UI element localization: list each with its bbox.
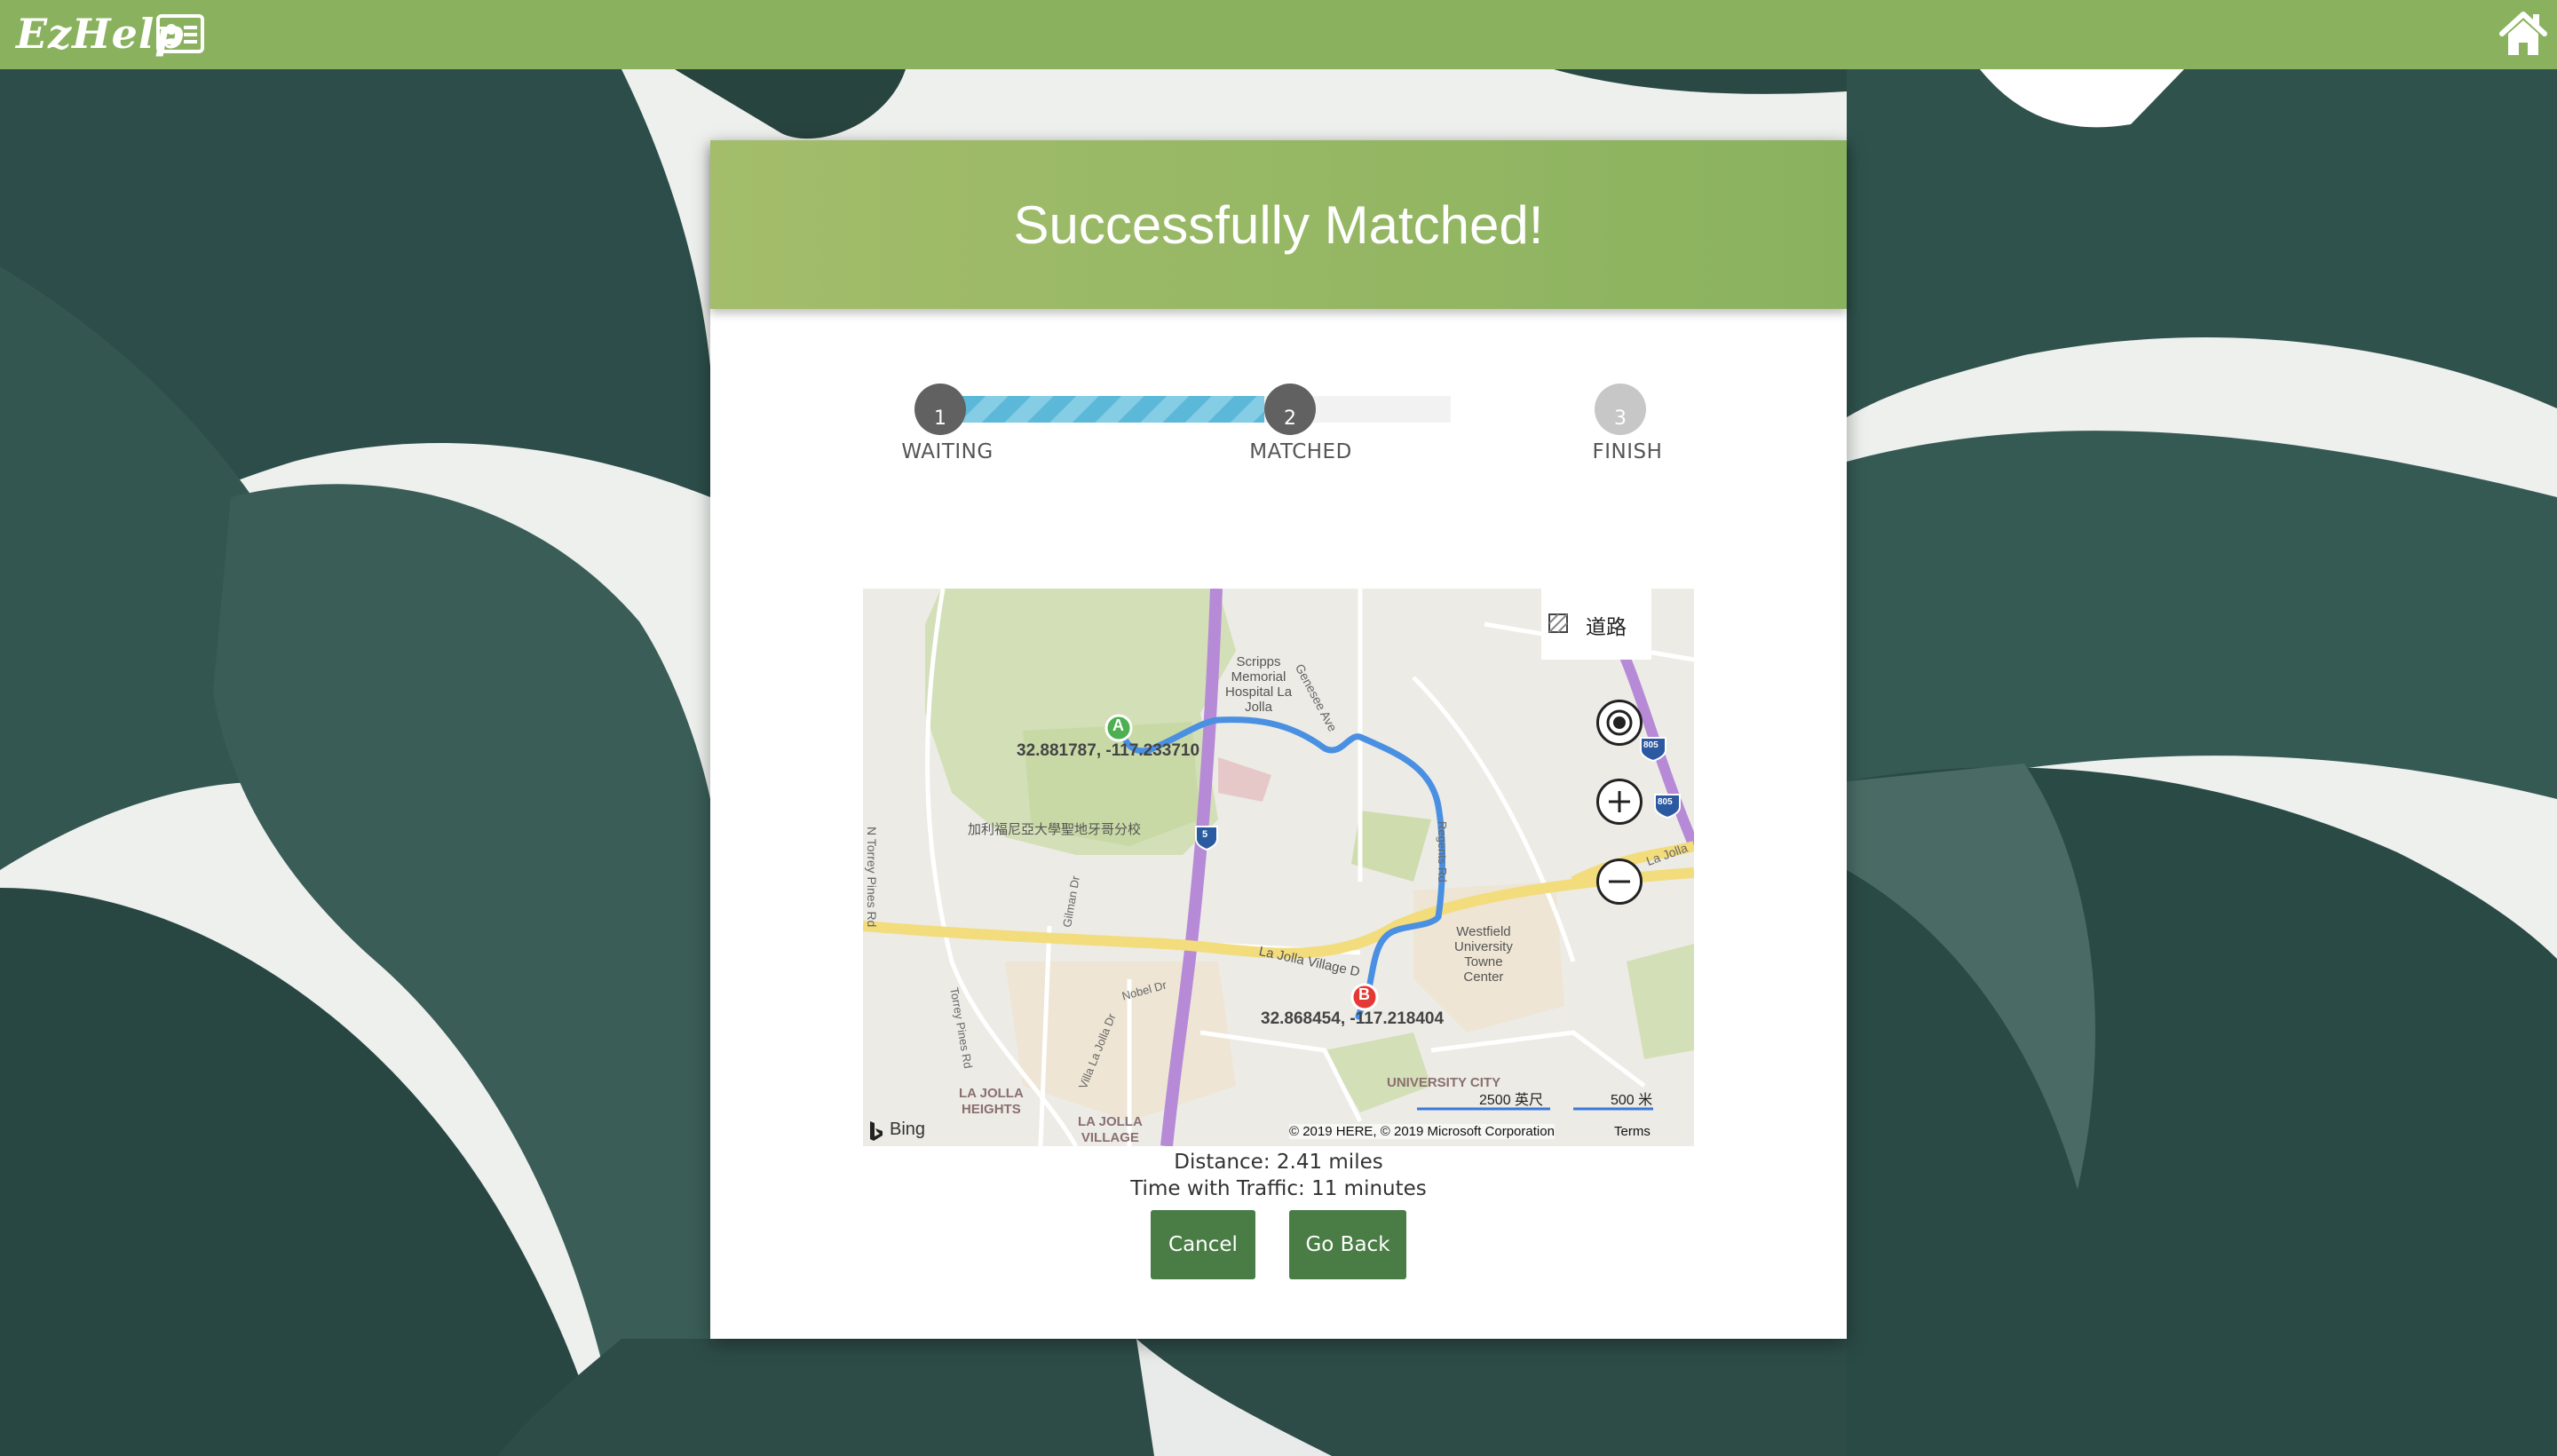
map-style-selector[interactable]: 道路: [1541, 589, 1651, 660]
scale-feet: 2500 英尺: [1479, 1093, 1544, 1108]
destination-marker-letter: B: [1358, 985, 1370, 1003]
route-map[interactable]: A B 32.881787, -117.233710 32.868454, -1…: [863, 589, 1694, 1146]
scale-meters: 500 米: [1611, 1093, 1653, 1108]
cancel-button[interactable]: Cancel: [1151, 1210, 1255, 1279]
westfield-label: Westfield University Towne Center: [1454, 924, 1513, 985]
panel-header: Successfully Matched!: [710, 140, 1847, 309]
step-1-circle: 1: [914, 384, 966, 435]
zoom-in-icon: [1599, 791, 1640, 826]
match-panel: Successfully Matched! 1 2 3 WAITING MATC…: [710, 140, 1847, 1339]
home-icon[interactable]: [2498, 9, 2548, 62]
zoom-out-icon: [1599, 880, 1640, 906]
progress-fill: [918, 396, 1264, 423]
campus-label: 加利福尼亞大學聖地牙哥分校: [968, 822, 1142, 837]
step-1-number: 1: [934, 408, 946, 430]
step-3-number: 3: [1614, 408, 1627, 430]
la-jolla-heights-label: LA JOLLA HEIGHTS: [959, 1086, 1024, 1117]
bing-logo-icon: [868, 1121, 884, 1146]
page-title: Successfully Matched!: [1013, 195, 1544, 255]
i805-shield-label-a: 805: [1643, 740, 1658, 750]
map-style-label: 道路: [1586, 616, 1627, 639]
step-3-circle: 3: [1595, 384, 1646, 435]
zoom-out-button[interactable]: [1596, 859, 1643, 905]
regents-road-label: Regents Rd: [1436, 821, 1449, 882]
map-terms-link[interactable]: Terms: [1614, 1124, 1651, 1139]
la-jolla-village-label: LA JOLLA VILLAGE: [1078, 1114, 1143, 1145]
trip-distance: Distance: 2.41 miles: [1174, 1151, 1383, 1174]
go-back-button[interactable]: Go Back: [1289, 1210, 1406, 1279]
step-2-label: MATCHED: [1249, 440, 1352, 463]
id-card-icon[interactable]: [156, 14, 204, 57]
progress-track: [918, 396, 1451, 423]
map-style-icon: [1548, 613, 1568, 638]
i5-shield-label: 5: [1202, 829, 1208, 840]
origin-marker-letter: A: [1112, 716, 1124, 734]
destination-coords: 32.868454, -117.218404: [1261, 1009, 1445, 1028]
step-2-circle: 2: [1264, 384, 1316, 435]
step-3-label: FINISH: [1592, 440, 1663, 463]
trip-time: Time with Traffic: 11 minutes: [1130, 1177, 1427, 1200]
map-copyright: © 2019 HERE, © 2019 Microsoft Corporatio…: [1289, 1124, 1555, 1139]
bing-logo-text: Bing: [890, 1120, 926, 1139]
zoom-in-button[interactable]: [1596, 779, 1643, 825]
origin-coords: 32.881787, -117.233710: [1017, 741, 1200, 760]
hospital-label: Scripps Memorial Hospital La Jolla: [1225, 654, 1293, 715]
i805-shield-label-b: 805: [1658, 797, 1673, 807]
top-navigation-bar: EzHelp: [0, 0, 2557, 69]
torrey-road-label: N Torrey Pines Rd: [865, 827, 879, 928]
locate-icon: [1599, 709, 1640, 747]
step-2-number: 2: [1284, 408, 1296, 430]
locate-me-button[interactable]: [1596, 700, 1643, 746]
step-1-label: WAITING: [901, 440, 994, 463]
